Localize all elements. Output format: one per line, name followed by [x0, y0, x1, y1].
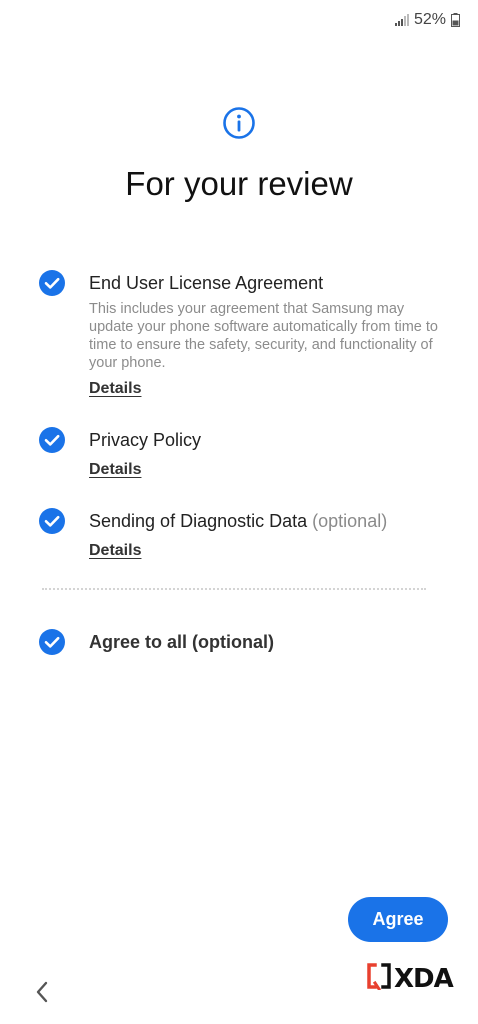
- eula-description: This includes your agreement that Samsun…: [89, 301, 438, 371]
- agree-all-label[interactable]: Agree to all (optional): [89, 632, 274, 653]
- chevron-left-icon: [35, 981, 49, 1008]
- diagnostic-data-checkbox[interactable]: [39, 508, 65, 534]
- section-divider: [42, 588, 426, 590]
- eula-title-text: End User License Agreement: [89, 273, 324, 293]
- page-title: For your review: [125, 165, 353, 202]
- diagnostic-data-details-link[interactable]: Details: [89, 542, 141, 560]
- signal-bars-icon: [394, 14, 409, 26]
- xda-logo-icon: [366, 962, 392, 995]
- privacy-policy-checkbox[interactable]: [39, 427, 65, 453]
- eula-checkbox[interactable]: [39, 270, 65, 296]
- privacy-policy-details-link[interactable]: Details: [89, 461, 141, 479]
- diagnostic-data-optional-label: (optional): [312, 511, 388, 531]
- diagnostic-data-title-text: Sending of Diagnostic Data: [89, 511, 308, 531]
- agree-button[interactable]: Agree: [348, 897, 448, 942]
- eula-title: End User License Agreement: [89, 273, 323, 294]
- eula-details-link[interactable]: Details: [89, 380, 141, 398]
- xda-watermark: XDA: [366, 962, 454, 995]
- battery-percent: 52%: [413, 11, 446, 28]
- xda-watermark-text: XDA: [394, 963, 454, 994]
- agree-all-checkbox[interactable]: [39, 629, 65, 655]
- diagnostic-data-title: Sending of Diagnostic Data (optional): [89, 511, 387, 532]
- battery-icon: [451, 13, 460, 27]
- status-bar: 52%: [394, 10, 460, 30]
- privacy-policy-title: Privacy Policy: [89, 430, 202, 450]
- back-button[interactable]: [28, 980, 56, 1008]
- info-icon: [222, 106, 256, 140]
